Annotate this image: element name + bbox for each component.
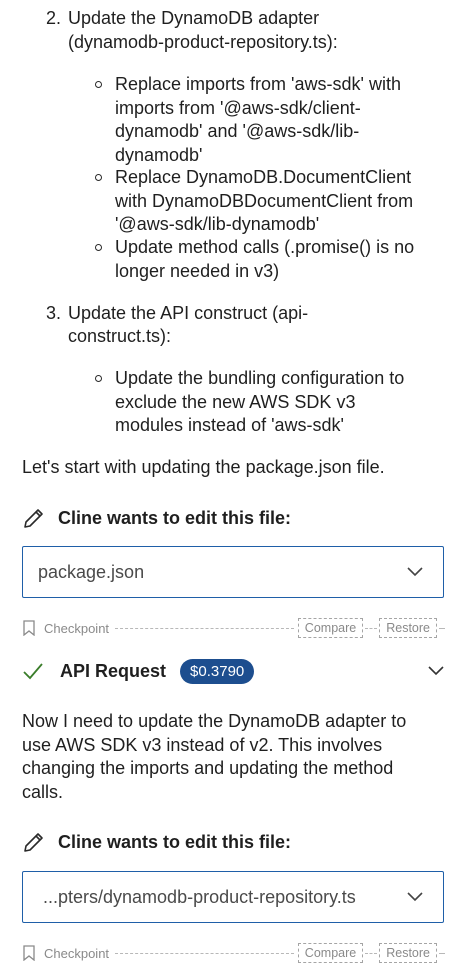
assistant-message: Now I need to update the DynamoDB adapte… (22, 710, 447, 804)
checkpoint-label: Checkpoint (44, 945, 110, 961)
message-line: Now I need to update the DynamoDB adapte… (22, 711, 407, 731)
message-line: calls. (22, 781, 64, 802)
bullet-item: Replace imports from 'aws-sdk' with impo… (115, 73, 450, 167)
bullet-line: modules instead of 'aws-sdk' (115, 415, 344, 435)
message-line: use AWS SDK v3 instead of v2. This invol… (22, 734, 383, 755)
checkpoint-row: Checkpoint Compare Restore (22, 942, 447, 964)
edit-file-title: Cline wants to edit this file: (58, 831, 292, 852)
step-number: 2. (46, 8, 62, 28)
file-row-package-json[interactable]: package.json (22, 546, 444, 598)
api-request-row[interactable]: API Request $0.3790 (22, 656, 444, 686)
checkmark-icon (22, 662, 44, 680)
file-row-dynamodb-repository[interactable]: ...pters/dynamodb-product-repository.ts (22, 871, 444, 923)
bullet-icon (95, 375, 102, 382)
bullet-line: exclude the new AWS SDK v3 (115, 391, 356, 412)
bullet-item: Update method calls (.promise() is no lo… (115, 236, 450, 283)
bullet-line: longer needed in v3) (115, 260, 280, 281)
bullet-item: Replace DynamoDB.DocumentClient with Dyn… (115, 166, 450, 237)
restore-button[interactable]: Restore (379, 618, 437, 638)
compare-button[interactable]: Compare (297, 943, 364, 963)
bullet-line: imports from '@aws-sdk/client- (115, 97, 361, 118)
bullet-line: Replace imports from 'aws-sdk' with (115, 74, 401, 94)
file-name: package.json (38, 561, 145, 582)
pencil-icon (22, 830, 46, 854)
chevron-down-icon[interactable] (407, 567, 423, 577)
divider (365, 627, 378, 629)
divider (365, 952, 378, 954)
bullet-line: dynamodb' (115, 144, 203, 165)
bullet-line: Update method calls (.promise() is no (115, 237, 415, 257)
edit-file-title: Cline wants to edit this file: (58, 507, 292, 528)
divider (439, 627, 445, 629)
step-text: construct.ts): (68, 326, 172, 346)
message-line: changing the imports and updating the me… (22, 758, 394, 778)
step-text: Update the DynamoDB adapter (68, 8, 320, 28)
api-request-title: API Request (60, 660, 167, 681)
bullet-line: Replace DynamoDB.DocumentClient (115, 167, 412, 187)
step-text: Update the API construct (api- (68, 303, 309, 323)
bullet-icon (95, 174, 102, 181)
divider (115, 952, 294, 954)
bookmark-icon (22, 620, 36, 636)
cost-badge: $0.3790 (180, 658, 255, 684)
compare-button[interactable]: Compare (297, 618, 364, 638)
intro-text: Let's start with updating the package.js… (22, 457, 385, 477)
bullet-line: dynamodb' and '@aws-sdk/lib- (115, 121, 360, 141)
checkpoint-row: Checkpoint Compare Restore (22, 617, 447, 639)
edit-file-header: Cline wants to edit this file: (22, 503, 291, 533)
edit-file-header: Cline wants to edit this file: (22, 827, 291, 857)
file-name: ...pters/dynamodb-product-repository.ts (43, 886, 356, 907)
bookmark-icon (22, 945, 36, 961)
chevron-down-icon[interactable] (428, 666, 444, 676)
bullet-icon (95, 81, 102, 88)
bullet-line: '@aws-sdk/lib-dynamodb' (115, 214, 320, 234)
chevron-down-icon[interactable] (407, 892, 423, 902)
pencil-icon (22, 506, 46, 530)
divider (115, 627, 294, 629)
step-number: 3. (46, 303, 62, 323)
checkpoint-label: Checkpoint (44, 620, 110, 636)
bullet-line: with DynamoDBDocumentClient from (115, 190, 414, 211)
step-text: (dynamodb-product-repository.ts): (68, 32, 338, 52)
bullet-line: Update the bundling configuration to (115, 368, 405, 388)
bullet-icon (95, 244, 102, 251)
divider (439, 952, 445, 954)
restore-button[interactable]: Restore (379, 943, 437, 963)
bullet-item: Update the bundling configuration to exc… (115, 367, 450, 438)
